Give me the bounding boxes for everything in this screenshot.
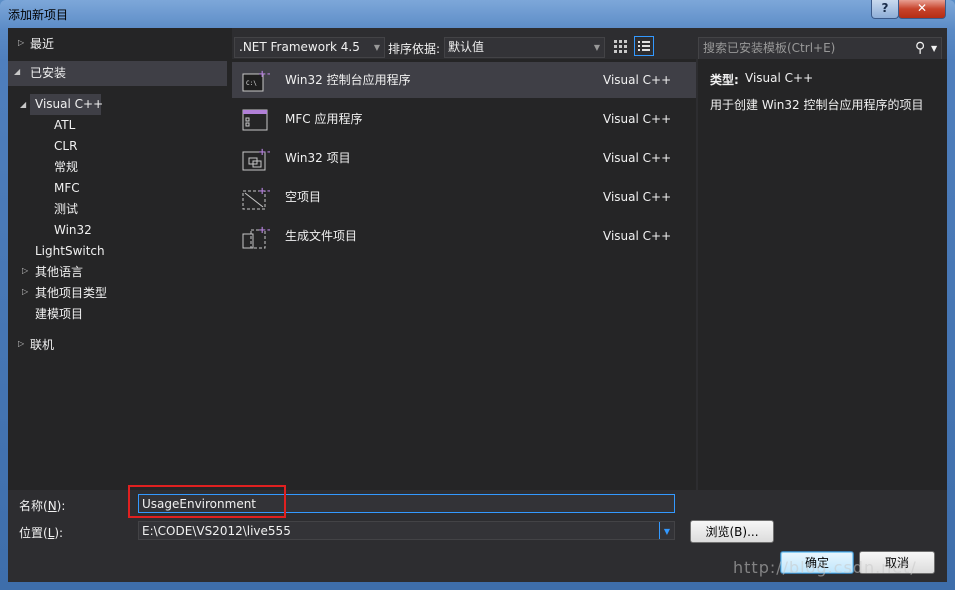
svg-text:++: ++ [258, 147, 270, 158]
location-field[interactable]: E:\CODE\VS2012\live555 ▼ [138, 521, 675, 540]
search-placeholder: 搜索已安装模板(Ctrl+E) [703, 41, 836, 55]
title-bar: 添加新项目 ? ✕ [0, 0, 955, 28]
collapse-arrow-icon[interactable]: ◢ [14, 67, 20, 76]
makefile-project-icon: ++ [242, 224, 275, 250]
framework-dropdown[interactable]: .NET Framework 4.5 ▼ [234, 37, 385, 58]
template-item[interactable]: ++ 生成文件项目 Visual C++ [232, 218, 696, 254]
collapse-arrow-icon[interactable]: ◢ [20, 100, 26, 109]
grid-view-icon[interactable] [612, 38, 628, 54]
template-language: Visual C++ [603, 229, 672, 243]
console-app-icon: C:\++ [242, 68, 275, 94]
browse-button[interactable]: 浏览(B)... [690, 520, 774, 543]
svg-text:++: ++ [258, 225, 270, 236]
sort-value: 默认值 [448, 40, 485, 54]
tree-item-test[interactable]: 测试 [54, 199, 78, 220]
template-item[interactable]: MFC 应用程序 Visual C++ [232, 101, 696, 137]
type-value: Visual C++ [745, 71, 814, 85]
tree-item-general[interactable]: 常规 [54, 157, 78, 178]
help-button[interactable]: ? [871, 0, 899, 19]
template-item[interactable]: ++ 空项目 Visual C++ [232, 179, 696, 215]
template-item[interactable]: C:\++ Win32 控制台应用程序 Visual C++ [232, 62, 696, 98]
location-value: E:\CODE\VS2012\live555 [142, 524, 291, 538]
tree-item-installed[interactable]: 已安装 [30, 63, 66, 84]
template-description: 用于创建 Win32 控制台应用程序的项目 [710, 98, 924, 112]
expand-arrow-icon[interactable]: ▷ [18, 339, 24, 348]
tree-item-mfc[interactable]: MFC [54, 178, 80, 199]
tree-item-other-project-types[interactable]: 其他项目类型 [35, 283, 107, 304]
template-name: Win32 项目 [285, 151, 351, 165]
win32-project-icon: ++ [242, 146, 275, 172]
template-tree: ▷ 最近 ◢ 已安装 ◢ Visual C++ ATL CLR 常规 MFC 测… [8, 28, 232, 490]
sort-label: 排序依据: [388, 42, 441, 56]
tree-item-visual-cpp[interactable]: Visual C++ [35, 94, 103, 115]
framework-value: .NET Framework 4.5 [239, 40, 360, 54]
svg-text:++: ++ [258, 69, 270, 80]
highlight-annotation [128, 485, 286, 518]
template-name: 空项目 [285, 190, 322, 204]
svg-text:++: ++ [258, 186, 270, 197]
template-language: Visual C++ [603, 151, 672, 165]
tree-item-lightswitch[interactable]: LightSwitch [35, 241, 105, 262]
template-language: Visual C++ [603, 73, 672, 87]
name-label: 名称(N): [19, 499, 66, 513]
search-input[interactable]: 搜索已安装模板(Ctrl+E) ⚲ ▼ [698, 37, 942, 60]
type-label: 类型: [710, 73, 739, 87]
window-title: 添加新项目 [8, 8, 69, 22]
location-label: 位置(L): [19, 526, 64, 540]
tree-item-other-languages[interactable]: 其他语言 [35, 262, 83, 283]
mfc-app-icon [242, 107, 270, 133]
tree-item-online[interactable]: 联机 [30, 335, 54, 356]
tree-item-win32[interactable]: Win32 [54, 220, 92, 241]
search-icon[interactable]: ⚲ [915, 38, 925, 59]
close-button[interactable]: ✕ [898, 0, 946, 19]
template-language: Visual C++ [603, 190, 672, 204]
tree-item-recent[interactable]: 最近 [30, 34, 54, 55]
expand-arrow-icon[interactable]: ▷ [22, 287, 28, 296]
expand-arrow-icon[interactable]: ▷ [22, 266, 28, 275]
template-name: Win32 控制台应用程序 [285, 73, 411, 87]
template-name: 生成文件项目 [285, 229, 358, 243]
tree-item-clr[interactable]: CLR [54, 136, 77, 157]
svg-text:C:\: C:\ [246, 80, 257, 87]
template-name: MFC 应用程序 [285, 112, 363, 126]
list-view-icon[interactable] [634, 36, 654, 56]
chevron-down-icon[interactable]: ▼ [931, 38, 937, 59]
tree-item-atl[interactable]: ATL [54, 115, 75, 136]
chevron-down-icon: ▼ [593, 43, 600, 52]
details-pane: 类型: Visual C++ 用于创建 Win32 控制台应用程序的项目 [698, 59, 947, 490]
tree-item-modeling[interactable]: 建模项目 [35, 304, 83, 325]
template-language: Visual C++ [603, 112, 672, 126]
expand-arrow-icon[interactable]: ▷ [18, 38, 24, 47]
dialog-window: 添加新项目 ? ✕ ▷ 最近 ◢ 已安装 ◢ Visual C++ ATL CL… [0, 0, 955, 590]
chevron-down-icon[interactable]: ▼ [659, 522, 674, 539]
chevron-down-icon: ▼ [373, 43, 380, 52]
watermark: http://blog.csdn.net/ [733, 558, 917, 577]
empty-project-icon: ++ [242, 185, 275, 211]
template-list: C:\++ Win32 控制台应用程序 Visual C++ MFC 应用程序 … [232, 59, 696, 490]
template-item[interactable]: ++ Win32 项目 Visual C++ [232, 140, 696, 176]
sort-dropdown[interactable]: 默认值 ▼ [444, 37, 605, 58]
